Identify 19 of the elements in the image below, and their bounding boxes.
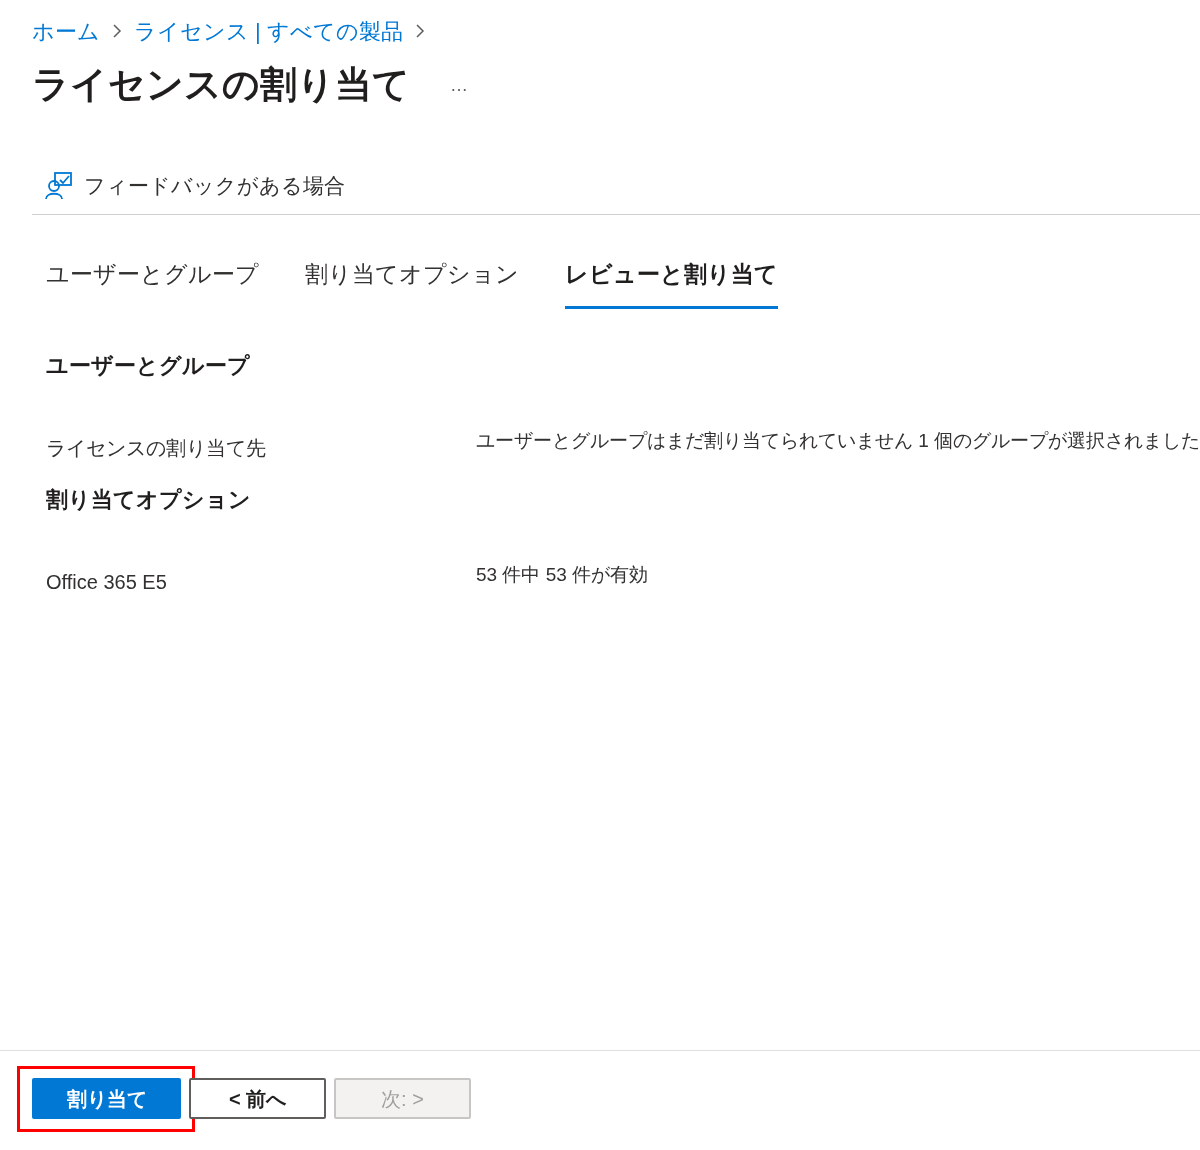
breadcrumb-link[interactable]: ライセンス | すべての製品 xyxy=(134,14,403,48)
feedback-icon xyxy=(44,171,74,201)
tab[interactable]: 割り当てオプション xyxy=(305,257,519,309)
field-value: ユーザーとグループはまだ割り当てられていません 1 個のグループが選択されました xyxy=(475,428,1200,453)
field-label: Office 365 E5 xyxy=(46,569,168,595)
more-button[interactable]: … xyxy=(450,71,468,99)
nav-button[interactable]: < 前へ xyxy=(189,1078,326,1119)
feedback-button[interactable]: フィードバックがある場合 xyxy=(84,170,345,202)
tab[interactable]: ユーザーとグループ xyxy=(46,257,259,309)
section-heading: ユーザーとグループ xyxy=(46,351,251,380)
section-heading: 割り当てオプション xyxy=(46,485,252,514)
breadcrumb-link[interactable]: ホーム xyxy=(32,14,100,48)
field-label: ライセンスの割り当て先 xyxy=(46,435,267,461)
field-value: 53 件中 53 件が有効 xyxy=(476,562,649,587)
chevron-icon xyxy=(414,23,425,39)
tab[interactable]: レビューと割り当て xyxy=(565,257,778,309)
page-title: ライセンスの割り当て xyxy=(32,63,410,108)
chevron-icon xyxy=(112,23,122,39)
assign-button[interactable]: 割り当て xyxy=(32,1078,181,1119)
